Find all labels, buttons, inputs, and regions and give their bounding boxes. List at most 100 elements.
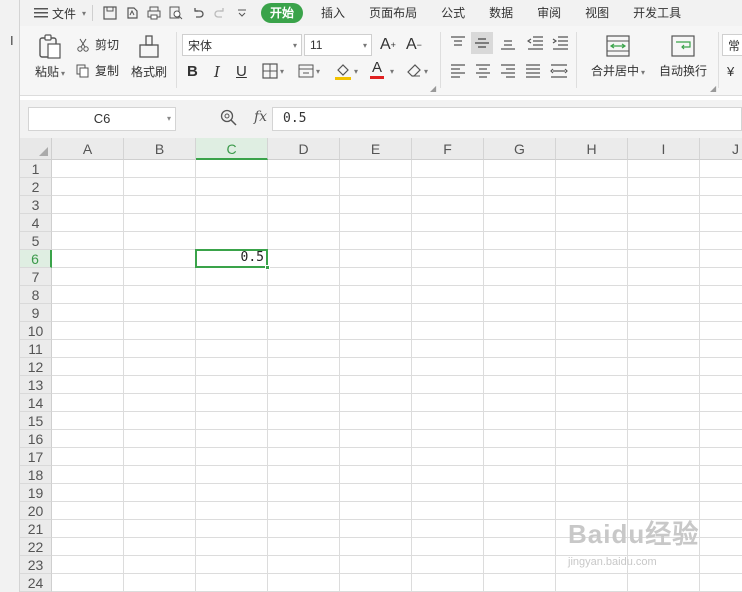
align-center-icon[interactable] bbox=[475, 64, 491, 78]
column-header-i[interactable]: I bbox=[628, 138, 700, 160]
tab-formulas[interactable]: 公式 bbox=[429, 3, 477, 23]
italic-icon[interactable]: I bbox=[214, 63, 220, 81]
tab-developer[interactable]: 开发工具 bbox=[621, 3, 693, 23]
row-header-10[interactable]: 10 bbox=[20, 322, 52, 340]
clear-button[interactable]: ▾ bbox=[406, 63, 428, 79]
underline-icon[interactable]: U bbox=[236, 63, 247, 80]
row-header-23[interactable]: 23 bbox=[20, 556, 52, 574]
increase-font-size-icon[interactable]: A + bbox=[380, 36, 396, 54]
paste-button[interactable]: 粘贴 ▾ bbox=[32, 34, 68, 80]
row-header-14[interactable]: 14 bbox=[20, 394, 52, 412]
row-header-24[interactable]: 24 bbox=[20, 574, 52, 592]
grid-column-line bbox=[267, 160, 268, 592]
row-header-17[interactable]: 17 bbox=[20, 448, 52, 466]
row-header-13[interactable]: 13 bbox=[20, 376, 52, 394]
column-header-h[interactable]: H bbox=[556, 138, 628, 160]
column-header-f[interactable]: F bbox=[412, 138, 484, 160]
wrap-text-button[interactable]: 自动换行 bbox=[656, 34, 710, 79]
row-header-16[interactable]: 16 bbox=[20, 430, 52, 448]
insert-function-icon[interactable]: fx bbox=[254, 109, 267, 125]
grid-row-line bbox=[52, 249, 742, 250]
column-header-c[interactable]: C bbox=[196, 138, 268, 160]
grid-row-line bbox=[52, 339, 742, 340]
zoom-icon[interactable] bbox=[220, 109, 238, 130]
font-size-select[interactable]: 11 ▾ bbox=[304, 34, 372, 56]
borders-button[interactable]: ▾ bbox=[262, 63, 284, 79]
row-header-12[interactable]: 12 bbox=[20, 358, 52, 376]
align-bottom-icon[interactable] bbox=[500, 36, 516, 50]
row-header-6[interactable]: 6 bbox=[20, 250, 52, 268]
tab-insert[interactable]: 插入 bbox=[309, 3, 357, 23]
row-header-2[interactable]: 2 bbox=[20, 178, 52, 196]
bold-icon[interactable]: B bbox=[187, 63, 198, 80]
tab-page-layout[interactable]: 页面布局 bbox=[357, 3, 429, 23]
row-header-4[interactable]: 4 bbox=[20, 214, 52, 232]
merge-cells-icon bbox=[606, 35, 630, 57]
tab-view[interactable]: 视图 bbox=[573, 3, 621, 23]
currency-format-icon[interactable]: ¥ bbox=[727, 64, 734, 79]
export-pdf-icon[interactable] bbox=[121, 3, 143, 23]
increase-indent-icon[interactable] bbox=[552, 36, 568, 50]
select-all-button[interactable] bbox=[20, 138, 52, 160]
column-header-a[interactable]: A bbox=[52, 138, 124, 160]
cut-button[interactable]: 剪切 bbox=[76, 36, 119, 53]
watermark-logo: Baidu经验 bbox=[568, 519, 700, 549]
tab-data[interactable]: 数据 bbox=[477, 3, 525, 23]
align-middle-icon[interactable] bbox=[471, 32, 493, 54]
row-header-21[interactable]: 21 bbox=[20, 520, 52, 538]
row-header-20[interactable]: 20 bbox=[20, 502, 52, 520]
row-header-1[interactable]: 1 bbox=[20, 160, 52, 178]
align-top-icon[interactable] bbox=[450, 36, 466, 50]
row-header-19[interactable]: 19 bbox=[20, 484, 52, 502]
save-icon[interactable] bbox=[99, 3, 121, 23]
align-left-icon[interactable] bbox=[450, 64, 466, 78]
chevron-down-icon[interactable]: ▾ bbox=[390, 67, 394, 76]
font-dialog-launcher-icon[interactable]: ◢ bbox=[430, 84, 436, 93]
formula-bar: C6 ▾ fx 0.5 bbox=[20, 100, 742, 138]
justify-icon[interactable] bbox=[525, 64, 541, 78]
row-header-11[interactable]: 11 bbox=[20, 340, 52, 358]
column-header-d[interactable]: D bbox=[268, 138, 340, 160]
fill-handle[interactable] bbox=[265, 265, 270, 270]
decrease-font-size-icon[interactable]: A − bbox=[406, 36, 422, 54]
file-menu-button[interactable]: 文件 ▾ bbox=[34, 5, 86, 22]
chevron-down-icon: ▾ bbox=[292, 41, 297, 50]
font-name-select[interactable]: 宋体 ▾ bbox=[182, 34, 302, 56]
tab-home[interactable]: 开始 bbox=[261, 3, 304, 23]
number-format-select[interactable]: 常 bbox=[722, 34, 742, 56]
row-header-7[interactable]: 7 bbox=[20, 268, 52, 286]
fill-color-button[interactable]: ▾ bbox=[334, 62, 358, 80]
row-header-22[interactable]: 22 bbox=[20, 538, 52, 556]
divider bbox=[440, 32, 441, 88]
active-cell-c6[interactable]: 0.5 bbox=[195, 249, 270, 270]
row-header-9[interactable]: 9 bbox=[20, 304, 52, 322]
name-box[interactable]: C6 ▾ bbox=[28, 107, 176, 131]
column-header-g[interactable]: G bbox=[484, 138, 556, 160]
wrap-text-icon bbox=[671, 35, 695, 57]
column-header-b[interactable]: B bbox=[124, 138, 196, 160]
align-right-icon[interactable] bbox=[500, 64, 516, 78]
merge-center-button[interactable]: 合并居中 ▾ bbox=[586, 34, 650, 79]
redo-icon[interactable] bbox=[209, 3, 231, 23]
row-header-3[interactable]: 3 bbox=[20, 196, 52, 214]
row-header-15[interactable]: 15 bbox=[20, 412, 52, 430]
distributed-align-icon[interactable] bbox=[550, 64, 568, 78]
copy-button[interactable]: 复制 bbox=[76, 62, 119, 79]
cell-style-button[interactable]: ▾ bbox=[298, 63, 320, 79]
print-preview-icon[interactable] bbox=[165, 3, 187, 23]
column-header-e[interactable]: E bbox=[340, 138, 412, 160]
row-header-18[interactable]: 18 bbox=[20, 466, 52, 484]
font-color-button[interactable]: A bbox=[370, 60, 384, 79]
decrease-indent-icon[interactable] bbox=[527, 36, 543, 50]
print-icon[interactable] bbox=[143, 3, 165, 23]
customize-toolbar-icon[interactable] bbox=[231, 3, 253, 23]
formula-input[interactable]: 0.5 bbox=[272, 107, 742, 131]
column-header-j[interactable]: J bbox=[700, 138, 742, 160]
row-header-8[interactable]: 8 bbox=[20, 286, 52, 304]
hamburger-icon bbox=[34, 8, 48, 18]
row-header-5[interactable]: 5 bbox=[20, 232, 52, 250]
undo-icon[interactable] bbox=[187, 3, 209, 23]
alignment-dialog-launcher-icon[interactable]: ◢ bbox=[710, 84, 716, 93]
format-painter-button[interactable]: 格式刷 bbox=[128, 34, 170, 80]
tab-review[interactable]: 审阅 bbox=[525, 3, 573, 23]
